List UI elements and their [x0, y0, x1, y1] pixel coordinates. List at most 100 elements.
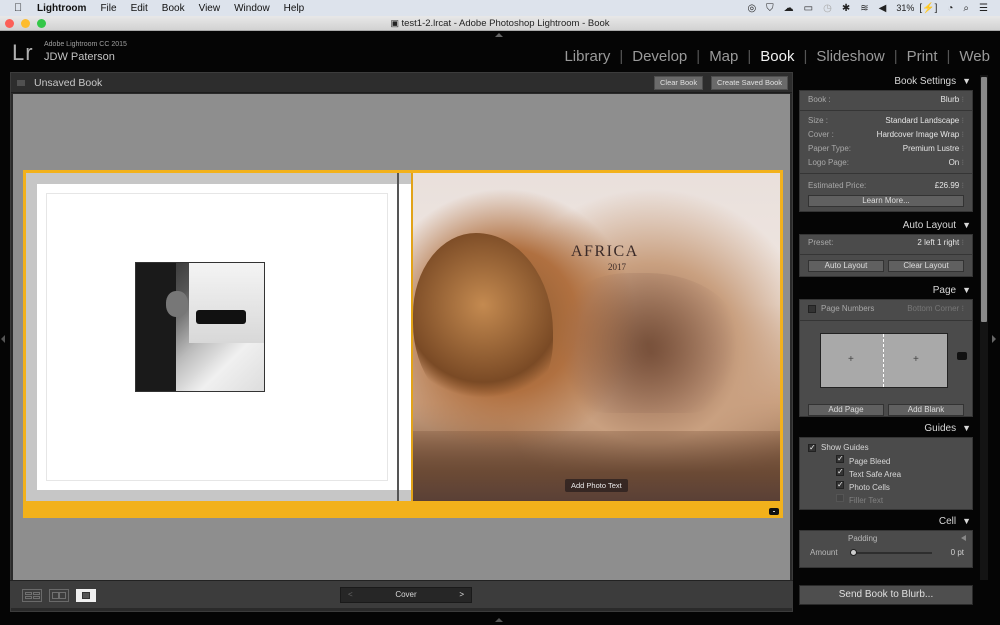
- right-panel-scrollbar[interactable]: [980, 75, 988, 580]
- spotlight-icon[interactable]: ⌕: [963, 3, 969, 14]
- photo-cells-checkbox[interactable]: ✓: [836, 481, 844, 489]
- time-machine-icon[interactable]: ◷: [823, 3, 832, 14]
- module-develop[interactable]: Develop: [623, 48, 696, 65]
- cover-year-text[interactable]: 2017: [608, 262, 626, 272]
- collapse-triangle-icon[interactable]: ▼: [962, 216, 971, 234]
- padding-disclosure-icon[interactable]: [961, 535, 966, 541]
- book-settings-header[interactable]: Book Settings ▼: [797, 72, 975, 90]
- page-numbers-position-select[interactable]: Bottom Corner: [907, 302, 964, 316]
- auto-layout-panel: Preset:2 left 1 right Auto Layout Clear …: [799, 234, 973, 277]
- photo-person: [166, 291, 188, 317]
- logo-page-row[interactable]: Logo Page: On: [800, 156, 972, 170]
- cover-select[interactable]: Hardcover Image Wrap: [877, 128, 964, 142]
- amount-slider-track[interactable]: [852, 552, 932, 554]
- right-panel-toggle-icon[interactable]: [992, 335, 996, 343]
- airplay-icon[interactable]: ▭: [804, 3, 813, 14]
- creative-cloud-icon[interactable]: ◎: [747, 3, 756, 14]
- learn-more-button[interactable]: Learn More...: [808, 195, 964, 207]
- add-photo-text-button[interactable]: Add Photo Text: [565, 479, 628, 492]
- collapse-triangle-icon[interactable]: ▼: [962, 72, 971, 90]
- menu-help[interactable]: Help: [284, 3, 305, 14]
- paper-type-row[interactable]: Paper Type: Premium Lustre: [800, 142, 972, 156]
- module-map[interactable]: Map: [700, 48, 747, 65]
- filler-text-checkbox[interactable]: [836, 494, 844, 502]
- preset-row[interactable]: Preset: 2 left 1 right: [800, 236, 972, 250]
- collapse-triangle-icon[interactable]: ▼: [962, 281, 971, 299]
- preset-select[interactable]: 2 left 1 right: [917, 236, 964, 250]
- add-page-button[interactable]: Add Page: [808, 404, 884, 416]
- cover-row[interactable]: Cover : Hardcover Image Wrap: [800, 128, 972, 142]
- maximize-window-button[interactable]: [37, 19, 46, 28]
- size-row[interactable]: Size : Standard Landscape: [800, 114, 972, 128]
- cell-header[interactable]: Cell ▼: [797, 512, 975, 530]
- page-options-toggle-icon[interactable]: [769, 508, 779, 515]
- shield-icon[interactable]: ⛉: [766, 3, 774, 14]
- page-template-preview[interactable]: + +: [820, 333, 948, 388]
- previous-page-button[interactable]: <: [348, 588, 353, 602]
- single-page-view-button[interactable]: [76, 589, 96, 602]
- show-guides-row[interactable]: ✓ Show Guides: [800, 441, 972, 455]
- menu-edit[interactable]: Edit: [131, 3, 148, 14]
- next-page-button[interactable]: >: [459, 588, 464, 602]
- page-bleed-checkbox[interactable]: ✓: [836, 455, 844, 463]
- minimize-window-button[interactable]: [21, 19, 30, 28]
- cover-title-text[interactable]: Africa: [571, 243, 639, 261]
- collapse-triangle-icon[interactable]: ▼: [962, 419, 971, 437]
- battery-percent[interactable]: 31%: [896, 3, 914, 13]
- collapse-triangle-icon[interactable]: ▼: [962, 512, 971, 530]
- close-window-button[interactable]: [5, 19, 14, 28]
- photo-cell-photographer[interactable]: [135, 262, 265, 392]
- module-web[interactable]: Web: [950, 48, 990, 65]
- menu-book[interactable]: Book: [162, 3, 185, 14]
- scrollbar-thumb[interactable]: [981, 77, 987, 322]
- spread-view-button[interactable]: [49, 589, 69, 602]
- bottom-panel-toggle-icon[interactable]: [495, 618, 503, 622]
- wifi-icon[interactable]: ≋: [860, 3, 868, 14]
- clear-book-button[interactable]: Clear Book: [654, 76, 704, 90]
- top-panel-toggle-icon[interactable]: [495, 33, 503, 37]
- menu-app-name[interactable]: Lightroom: [37, 3, 86, 14]
- page-numbers-checkbox[interactable]: [808, 304, 816, 313]
- notification-list-icon[interactable]: ☰: [979, 3, 988, 14]
- amount-slider-thumb[interactable]: [850, 549, 857, 556]
- cover-spread[interactable]: Africa 2017 Add Photo Text: [23, 170, 783, 518]
- module-book[interactable]: Book: [751, 48, 803, 65]
- page-bleed-row[interactable]: ✓ Page Bleed: [800, 455, 972, 468]
- spine[interactable]: [399, 184, 411, 490]
- cloud-icon[interactable]: ☁: [784, 3, 794, 14]
- clock-icon[interactable]: ◔: [947, 3, 953, 14]
- menu-window[interactable]: Window: [234, 3, 270, 14]
- page-numbers-toggle[interactable]: Page Numbers: [808, 302, 874, 316]
- photo-cells-row[interactable]: ✓ Photo Cells: [800, 481, 972, 494]
- book-type-select[interactable]: Blurb: [941, 93, 964, 107]
- add-blank-button[interactable]: Add Blank: [888, 404, 964, 416]
- page-header[interactable]: Page ▼: [797, 281, 975, 299]
- show-guides-checkbox[interactable]: ✓: [808, 443, 816, 452]
- multi-page-view-button[interactable]: [22, 589, 42, 602]
- logo-page-select[interactable]: On: [949, 156, 964, 170]
- left-panel-toggle-icon[interactable]: [1, 335, 5, 343]
- filler-text-row[interactable]: Filler Text: [800, 494, 972, 507]
- size-select[interactable]: Standard Landscape: [885, 114, 964, 128]
- volume-icon[interactable]: ◀: [879, 3, 887, 14]
- front-cover-photo-cell[interactable]: Africa 2017 Add Photo Text: [413, 173, 780, 501]
- battery-icon[interactable]: [⚡]: [919, 3, 937, 14]
- apple-icon[interactable]: : [14, 2, 26, 14]
- menu-view[interactable]: View: [199, 3, 221, 14]
- book-type-row[interactable]: Book : Blurb: [800, 93, 972, 107]
- menu-file[interactable]: File: [100, 3, 116, 14]
- send-book-to-blurb-button[interactable]: Send Book to Blurb...: [799, 585, 973, 605]
- paper-type-select[interactable]: Premium Lustre: [903, 142, 964, 156]
- auto-layout-header[interactable]: Auto Layout ▼: [797, 216, 975, 234]
- bluetooth-icon[interactable]: ✱: [842, 3, 850, 14]
- clear-layout-button[interactable]: Clear Layout: [888, 260, 964, 272]
- text-safe-area-checkbox[interactable]: ✓: [836, 468, 844, 476]
- auto-layout-button[interactable]: Auto Layout: [808, 260, 884, 272]
- module-print[interactable]: Print: [898, 48, 947, 65]
- module-slideshow[interactable]: Slideshow: [807, 48, 893, 65]
- guides-header[interactable]: Guides ▼: [797, 419, 975, 437]
- text-safe-area-row[interactable]: ✓ Text Safe Area: [800, 468, 972, 481]
- create-saved-book-button[interactable]: Create Saved Book: [711, 76, 789, 90]
- module-library[interactable]: Library: [555, 48, 619, 65]
- template-picker-button[interactable]: [957, 352, 967, 360]
